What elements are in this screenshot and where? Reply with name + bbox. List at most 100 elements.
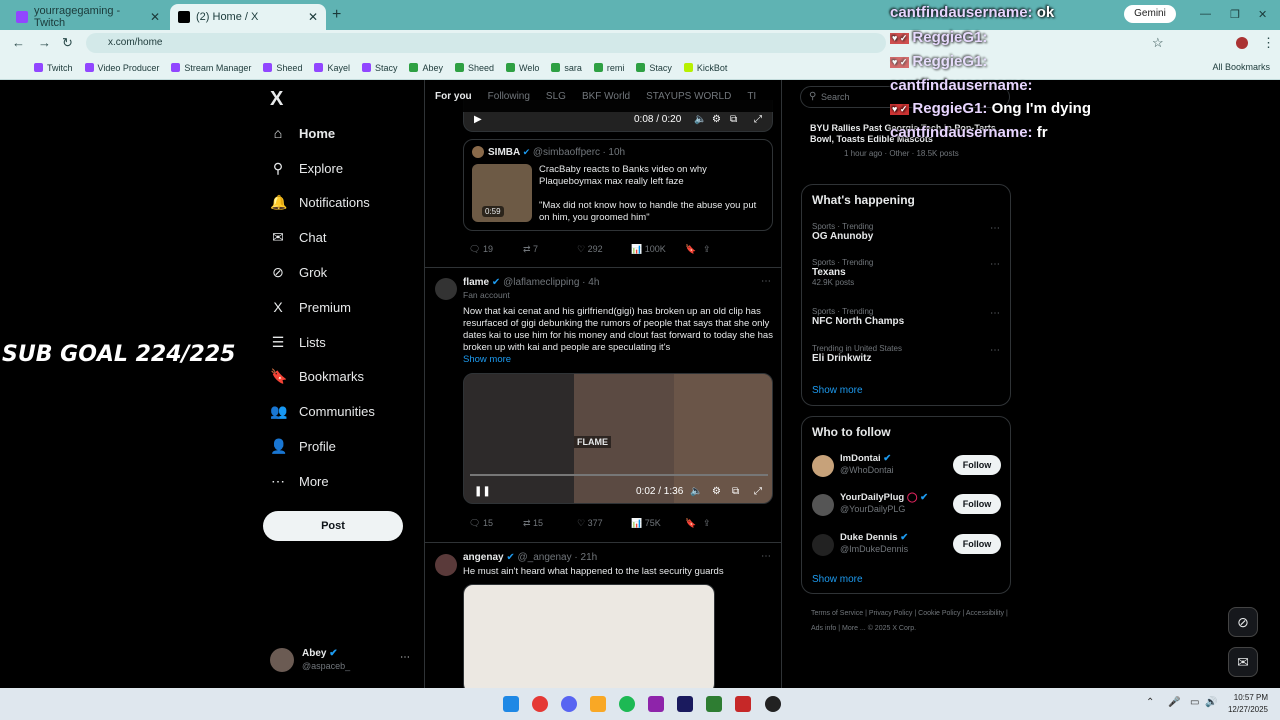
bookmark-icon[interactable]: 🔖 [685,518,703,529]
bookmark-icon[interactable]: 🔖 [685,244,703,255]
close-icon[interactable]: ✕ [150,10,160,24]
video-player[interactable] [463,584,715,688]
bookmark-item[interactable]: Stacy [636,63,672,73]
tab-following[interactable]: Following [488,91,530,102]
video-player[interactable]: FLAME ❚❚ 0:02 / 1:36 🔈 ⚙ ⧉ ⤢ [463,373,773,504]
follow-suggestion[interactable]: ImDontai ✔ @WhoDontai Follow [812,453,1002,481]
trend-item[interactable]: Trending in United States Eli Drinkwitz [812,344,902,364]
more-icon[interactable]: ⋯ [990,345,1000,356]
bookmark-item[interactable]: Stacy [361,63,397,73]
more-icon[interactable]: ⋯ [761,276,771,287]
footer-link[interactable]: Terms of Service [811,610,863,617]
video-progress[interactable] [470,474,768,476]
pause-icon[interactable]: ❚❚ [474,486,491,497]
bookmark-item[interactable]: Video Producer [84,63,159,73]
gear-icon[interactable]: ⚙ [712,486,721,497]
sidebar-item-notifications[interactable]: 🔔 Notifications [270,190,370,214]
bookmark-item[interactable]: Kayel [314,63,350,73]
gemini-button[interactable]: Gemini [1124,5,1176,23]
like-button[interactable]: ♡ 292 [577,244,631,255]
display-icon[interactable]: ▭ [1190,697,1199,708]
avatar[interactable] [435,278,457,300]
bookmark-item[interactable]: sara [551,63,582,73]
copilot-icon[interactable] [648,696,664,712]
views-button[interactable]: 📊 75K [631,518,685,529]
close-window-icon[interactable]: ✕ [1258,8,1267,21]
show-more-link[interactable]: Show more [463,354,511,365]
sidebar-item-communities[interactable]: 👥 Communities [270,399,375,423]
reply-button[interactable]: 🗨 15 [469,518,523,529]
share-icon[interactable]: ⇪ [703,518,721,529]
footer-link[interactable]: Privacy Policy [869,610,913,617]
sidebar-item-lists[interactable]: ☰ Lists [270,330,326,354]
tab-slg[interactable]: SLG [546,91,566,102]
more-icon[interactable]: ⋯ [400,652,410,663]
repost-button[interactable]: ⇄ 7 [523,244,577,255]
more-icon[interactable]: ⋯ [990,308,1000,319]
bookmark-item[interactable]: Abey [409,63,443,73]
follow-suggestion[interactable]: YourDailyPlug ◯ ✔ @YourDailyPLG Follow [812,492,1002,520]
app-icon[interactable] [706,696,722,712]
tab-twitch[interactable]: yourragegaming - Twitch ✕ [8,4,168,30]
chevron-up-icon[interactable]: ⌃ [1146,697,1154,708]
like-button[interactable]: ♡ 377 [577,518,631,529]
volume-icon[interactable]: 🔈 [694,114,706,125]
volume-icon[interactable]: 🔈 [690,486,702,497]
sidebar-item-home[interactable]: ⌂ Home [270,121,335,145]
all-bookmarks[interactable]: All Bookmarks [1212,62,1270,72]
repost-button[interactable]: ⇄ 15 [523,518,577,529]
obs-icon[interactable] [765,696,781,712]
quote-tweet[interactable]: SIMBA ✔ @simbaoffperc · 10h 0:59 CracBab… [463,139,773,231]
system-clock[interactable]: 10:57 PM 12/27/2025 [1228,692,1268,716]
pip-icon[interactable]: ⧉ [730,114,737,125]
reload-icon[interactable]: ↻ [62,35,73,51]
folder-icon[interactable] [590,696,606,712]
trend-item[interactable]: Sports · Trending OG Anunoby [812,222,873,242]
tab-for-you[interactable]: For you [435,91,472,102]
sidebar-item-bookmarks[interactable]: 🔖 Bookmarks [270,364,364,388]
footer-link[interactable]: Accessibility [966,610,1004,617]
windows-start-icon[interactable] [503,696,519,712]
spotify-icon[interactable] [619,696,635,712]
bookmark-item[interactable]: remi [593,63,624,73]
more-icon[interactable]: ⋯ [990,223,1000,234]
play-icon[interactable]: ▶ [474,114,482,125]
sidebar-item-grok[interactable]: ⊘ Grok [270,260,327,284]
close-icon[interactable]: ✕ [308,10,318,24]
fullscreen-icon[interactable]: ⤢ [754,114,762,125]
speaker-icon[interactable]: 🔊 [1205,697,1217,708]
more-icon[interactable]: ⋯ [990,259,1000,270]
sidebar-item-more[interactable]: ⋯ More [270,469,329,493]
post-button[interactable]: Post [263,511,403,541]
menu-icon[interactable]: ⋮ [1262,35,1275,51]
forward-icon[interactable]: → [38,35,51,50]
pip-icon[interactable]: ⧉ [732,486,739,497]
avatar[interactable] [435,554,457,576]
maximize-icon[interactable]: ❐ [1230,8,1240,21]
sidebar-item-chat[interactable]: ✉ Chat [270,225,326,249]
footer-link[interactable]: Cookie Policy [918,610,960,617]
sidebar-item-premium[interactable]: X Premium [270,295,351,319]
follow-suggestion[interactable]: Duke Dennis ✔ @ImDukeDennis Follow [812,532,1002,560]
sidebar-item-explore[interactable]: ⚲ Explore [270,156,343,180]
star-icon[interactable]: ☆ [1152,35,1164,51]
x-logo[interactable]: X [270,88,283,111]
bookmark-item[interactable]: KickBot [683,63,727,73]
back-icon[interactable]: ← [12,35,25,50]
bookmark-item[interactable]: Welo [506,63,539,73]
gear-icon[interactable]: ⚙ [712,114,721,125]
profile-avatar[interactable] [1236,37,1248,49]
grok-icon[interactable]: ⊘ [1228,607,1258,637]
views-button[interactable]: 📊 100K [631,244,685,255]
show-more-link[interactable]: Show more [812,574,863,585]
trend-item[interactable]: Sports · Trending NFC North Champs [812,307,904,327]
bookmark-item[interactable]: Stream Manager [171,63,251,73]
tab-bkf-world[interactable]: BKF World [582,91,630,102]
share-icon[interactable]: ⇪ [703,244,721,255]
mic-icon[interactable]: 🎤 [1168,697,1180,708]
tab-ti[interactable]: TI [747,91,756,102]
footer-link[interactable]: Ads info [811,625,836,632]
new-tab-button[interactable]: + [332,6,341,24]
bookmark-item[interactable]: Twitch [34,63,73,73]
bookmark-item[interactable]: Sheed [263,63,302,73]
